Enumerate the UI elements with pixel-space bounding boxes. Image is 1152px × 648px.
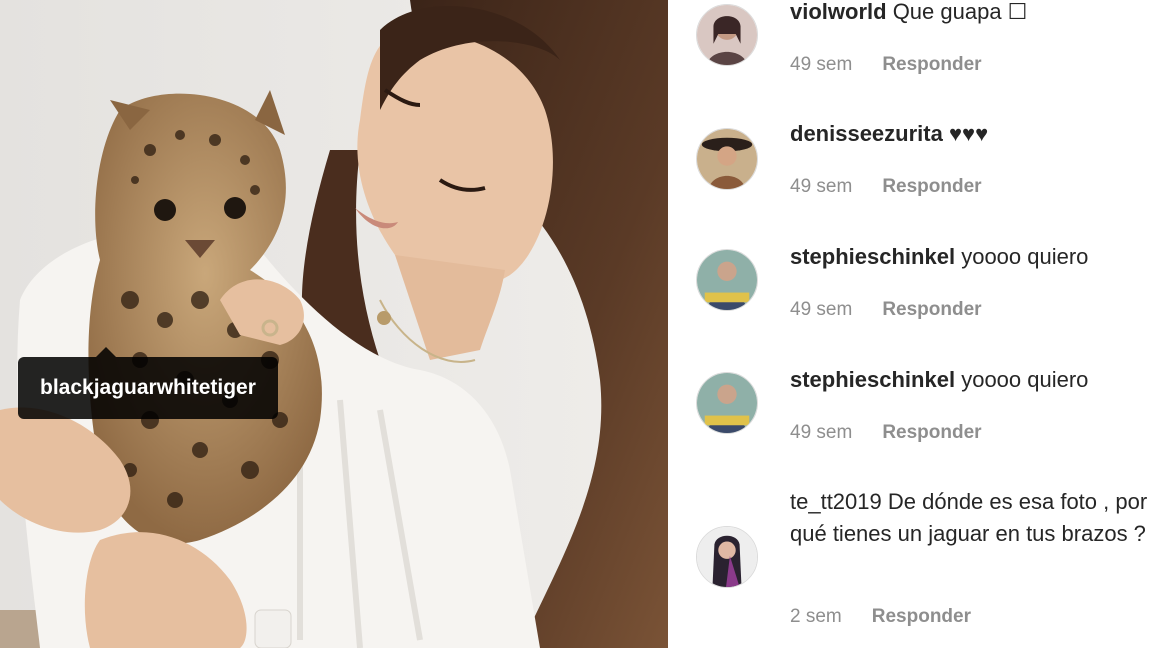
comment-meta: 49 sem Responder — [790, 54, 982, 76]
reply-button[interactable]: Responder — [882, 299, 981, 320]
comment-meta: 2 sem Responder — [790, 606, 971, 628]
comment-text: stephieschinkel yoooo quiero — [790, 241, 1150, 273]
reply-button[interactable]: Responder — [882, 54, 981, 75]
comment-username[interactable]: denisseezurita — [790, 121, 943, 146]
comment-text: te_tt2019 De dónde es esa foto , por qué… — [790, 486, 1150, 550]
reply-button[interactable]: Responder — [882, 422, 981, 443]
comment-text: denisseezurita ♥♥♥ — [790, 118, 1150, 150]
comment-username[interactable]: te_tt2019 — [790, 489, 882, 514]
woman-with-jaguar-cub-image — [0, 0, 668, 648]
comment-body: yoooo quiero — [961, 367, 1089, 392]
post-photo[interactable]: blackjaguarwhitetiger — [0, 0, 668, 648]
comment-body: Que guapa ☐ — [892, 0, 1028, 24]
comment-meta: 49 sem Responder — [790, 176, 982, 198]
comment-time[interactable]: 49 sem — [790, 176, 852, 197]
comment-time[interactable]: 49 sem — [790, 299, 852, 320]
comment-time[interactable]: 49 sem — [790, 422, 852, 443]
comment-time[interactable]: 2 sem — [790, 606, 842, 627]
comment-body: yoooo quiero — [961, 244, 1089, 269]
comment-username[interactable]: violworld — [790, 0, 887, 24]
avatar[interactable] — [696, 526, 758, 588]
avatar[interactable] — [696, 372, 758, 434]
comment-meta: 49 sem Responder — [790, 299, 982, 321]
comment-text: stephieschinkel yoooo quiero — [790, 364, 1150, 396]
comment-meta: 49 sem Responder — [790, 422, 982, 444]
avatar[interactable] — [696, 249, 758, 311]
reply-button[interactable]: Responder — [872, 606, 971, 627]
avatar[interactable] — [696, 4, 758, 66]
user-tag[interactable]: blackjaguarwhitetiger — [18, 347, 278, 419]
reply-button[interactable]: Responder — [882, 176, 981, 197]
comment-text: violworld Que guapa ☐ — [790, 0, 1150, 28]
comment-username[interactable]: stephieschinkel — [790, 367, 955, 392]
comments-panel: violworld Que guapa ☐ 49 sem Responder de… — [668, 0, 1152, 648]
comment-time[interactable]: 49 sem — [790, 54, 852, 75]
avatar[interactable] — [696, 128, 758, 190]
comment-username[interactable]: stephieschinkel — [790, 244, 955, 269]
comment-body: ♥♥♥ — [948, 121, 989, 146]
